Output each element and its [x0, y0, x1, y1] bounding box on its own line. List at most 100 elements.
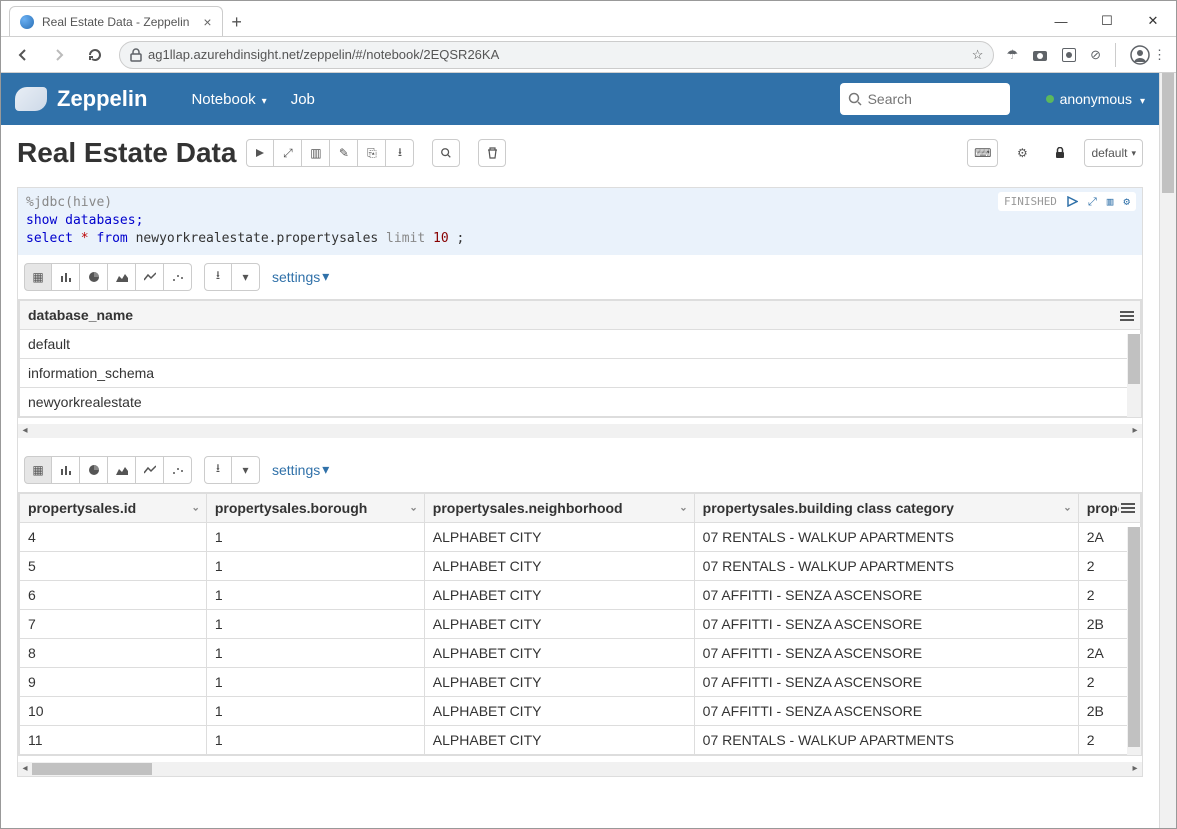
user-menu[interactable]: anonymous — [1046, 91, 1145, 107]
sort-icon[interactable]: ⌄ — [1063, 502, 1071, 513]
table-horizontal-scrollbar[interactable]: ◂▸ — [18, 424, 1142, 438]
viz-pie-button[interactable] — [80, 263, 108, 291]
interpreter-binding-button[interactable]: ⚙ — [1008, 139, 1036, 167]
search-box[interactable] — [840, 83, 1010, 115]
viz-area-button[interactable] — [108, 263, 136, 291]
nav-notebook[interactable]: Notebook — [191, 91, 266, 108]
browser-tab[interactable]: Real Estate Data - Zeppelin × — [9, 6, 223, 36]
clear-output-button[interactable]: ✎ — [330, 139, 358, 167]
menu-icon[interactable]: ⋮ — [1153, 47, 1166, 63]
viz-bar-button[interactable] — [52, 263, 80, 291]
column-header[interactable]: propertysales.id⌄ — [20, 493, 207, 522]
address-bar[interactable]: ag1llap.azurehdinsight.net/zeppelin/#/no… — [119, 41, 994, 69]
keyboard-shortcuts-button[interactable]: ⌨ — [967, 139, 998, 167]
table-row[interactable]: 101ALPHABET CITY07 AFFITTI - SENZA ASCEN… — [20, 696, 1141, 725]
sort-icon[interactable]: ⌄ — [679, 502, 687, 513]
viz-table-button[interactable]: ▦ — [24, 456, 52, 484]
app-logo[interactable]: Zeppelin — [15, 86, 147, 112]
export-button[interactable]: ⭳ — [386, 139, 414, 167]
result-toolbar: ▦ ⭳ ▾ settings ▾ — [18, 255, 1142, 299]
notebook-toolbar: Real Estate Data ⤢ ▥ ✎ ⎘ ⭳ ⌨ ⚙ — [1, 125, 1159, 175]
viz-bar-button[interactable] — [52, 456, 80, 484]
record-icon[interactable] — [1062, 48, 1076, 62]
table-vertical-scrollbar[interactable] — [1127, 527, 1141, 755]
viz-scatter-button[interactable] — [164, 456, 192, 484]
code-editor[interactable]: FINISHED ⤢ ▥ ⚙ %jdbc(hive) show database… — [18, 188, 1142, 255]
page-vertical-scrollbar[interactable] — [1159, 73, 1176, 828]
run-all-button[interactable] — [246, 139, 274, 167]
download-button[interactable]: ⭳ — [204, 456, 232, 484]
window-close-button[interactable]: ✕ — [1130, 6, 1176, 36]
result-table-databases: database_name ⌄ defaultinformation_schem… — [18, 299, 1142, 418]
extension-icon[interactable]: ☂ — [1006, 47, 1018, 63]
viz-table-button[interactable]: ▦ — [24, 263, 52, 291]
column-header[interactable]: propertysales.borough⌄ — [206, 493, 424, 522]
table-row[interactable]: information_schema — [20, 358, 1141, 387]
column-menu-button[interactable] — [1118, 307, 1136, 325]
download-menu-button[interactable]: ▾ — [232, 456, 260, 484]
show-hide-code-button[interactable]: ⤢ — [274, 139, 302, 167]
forward-button[interactable] — [47, 43, 71, 67]
table-vertical-scrollbar[interactable] — [1127, 334, 1141, 417]
result-settings-link[interactable]: settings ▾ — [272, 461, 329, 478]
new-tab-button[interactable]: + — [223, 8, 251, 36]
table-row[interactable]: default — [20, 329, 1141, 358]
column-header[interactable]: propertysales.neighborhood⌄ — [424, 493, 694, 522]
column-header[interactable]: database_name ⌄ — [20, 300, 1141, 329]
profile-icon[interactable] — [1130, 45, 1150, 65]
column-menu-button[interactable] — [1119, 499, 1137, 517]
delete-notebook-button[interactable] — [478, 139, 506, 167]
hide-output-button[interactable]: ▥ — [1107, 194, 1114, 209]
download-button[interactable]: ⭳ — [204, 263, 232, 291]
window-maximize-button[interactable]: ☐ — [1084, 6, 1130, 36]
app-header: Zeppelin Notebook Job — [1, 73, 1159, 125]
permissions-button[interactable] — [1046, 139, 1074, 167]
paragraph-controls: FINISHED ⤢ ▥ ⚙ — [998, 192, 1136, 211]
table-row[interactable]: newyorkrealestate — [20, 387, 1141, 416]
table-row[interactable]: 61ALPHABET CITY07 AFFITTI - SENZA ASCENS… — [20, 580, 1141, 609]
viz-area-button[interactable] — [108, 456, 136, 484]
back-button[interactable] — [11, 43, 35, 67]
hide-editor-button[interactable]: ⤢ — [1088, 194, 1097, 209]
column-header[interactable]: propertysales.building class category⌄ — [694, 493, 1078, 522]
paragraph-status: FINISHED — [1004, 194, 1057, 209]
window-minimize-button[interactable]: — — [1038, 6, 1084, 36]
download-menu-button[interactable]: ▾ — [232, 263, 260, 291]
paragraph-settings-button[interactable]: ⚙ — [1123, 194, 1130, 209]
table-row[interactable]: 41ALPHABET CITY07 RENTALS - WALKUP APART… — [20, 522, 1141, 551]
table-row[interactable]: 81ALPHABET CITY07 AFFITTI - SENZA ASCENS… — [20, 638, 1141, 667]
search-input[interactable] — [868, 91, 1002, 107]
table-row[interactable]: 51ALPHABET CITY07 RENTALS - WALKUP APART… — [20, 551, 1141, 580]
chevron-down-icon — [260, 91, 267, 108]
sort-icon[interactable]: ⌄ — [409, 502, 417, 513]
table-row[interactable]: 91ALPHABET CITY07 AFFITTI - SENZA ASCENS… — [20, 667, 1141, 696]
viz-pie-button[interactable] — [80, 456, 108, 484]
browser-toolbar: ag1llap.azurehdinsight.net/zeppelin/#/no… — [1, 37, 1176, 73]
result-settings-link[interactable]: settings ▾ — [272, 268, 329, 285]
clone-button[interactable]: ⎘ — [358, 139, 386, 167]
lock-icon — [130, 48, 142, 62]
tab-close-icon[interactable]: × — [203, 14, 211, 30]
camera-icon[interactable] — [1032, 48, 1048, 62]
brand-text: Zeppelin — [57, 86, 147, 112]
blocked-icon[interactable]: ⊘ — [1090, 47, 1101, 63]
sort-icon[interactable]: ⌄ — [191, 502, 199, 513]
table-row[interactable]: 71ALPHABET CITY07 AFFITTI - SENZA ASCENS… — [20, 609, 1141, 638]
star-icon[interactable]: ☆ — [972, 47, 984, 63]
viz-scatter-button[interactable] — [164, 263, 192, 291]
chevron-down-icon — [1138, 91, 1145, 107]
browser-titlebar: Real Estate Data - Zeppelin × + — ☐ ✕ — [1, 1, 1176, 37]
search-code-button[interactable] — [432, 139, 460, 167]
run-paragraph-button[interactable] — [1067, 196, 1078, 207]
favicon-icon — [20, 15, 34, 29]
table-horizontal-scrollbar[interactable]: ◂▸ — [18, 762, 1142, 776]
status-dot-icon — [1046, 95, 1054, 103]
viz-line-button[interactable] — [136, 263, 164, 291]
notebook-title[interactable]: Real Estate Data — [17, 137, 236, 169]
reload-button[interactable] — [83, 43, 107, 67]
mode-dropdown[interactable]: default▾ — [1084, 139, 1143, 167]
show-hide-output-button[interactable]: ▥ — [302, 139, 330, 167]
nav-job[interactable]: Job — [291, 91, 315, 108]
viz-line-button[interactable] — [136, 456, 164, 484]
table-row[interactable]: 111ALPHABET CITY07 RENTALS - WALKUP APAR… — [20, 725, 1141, 754]
